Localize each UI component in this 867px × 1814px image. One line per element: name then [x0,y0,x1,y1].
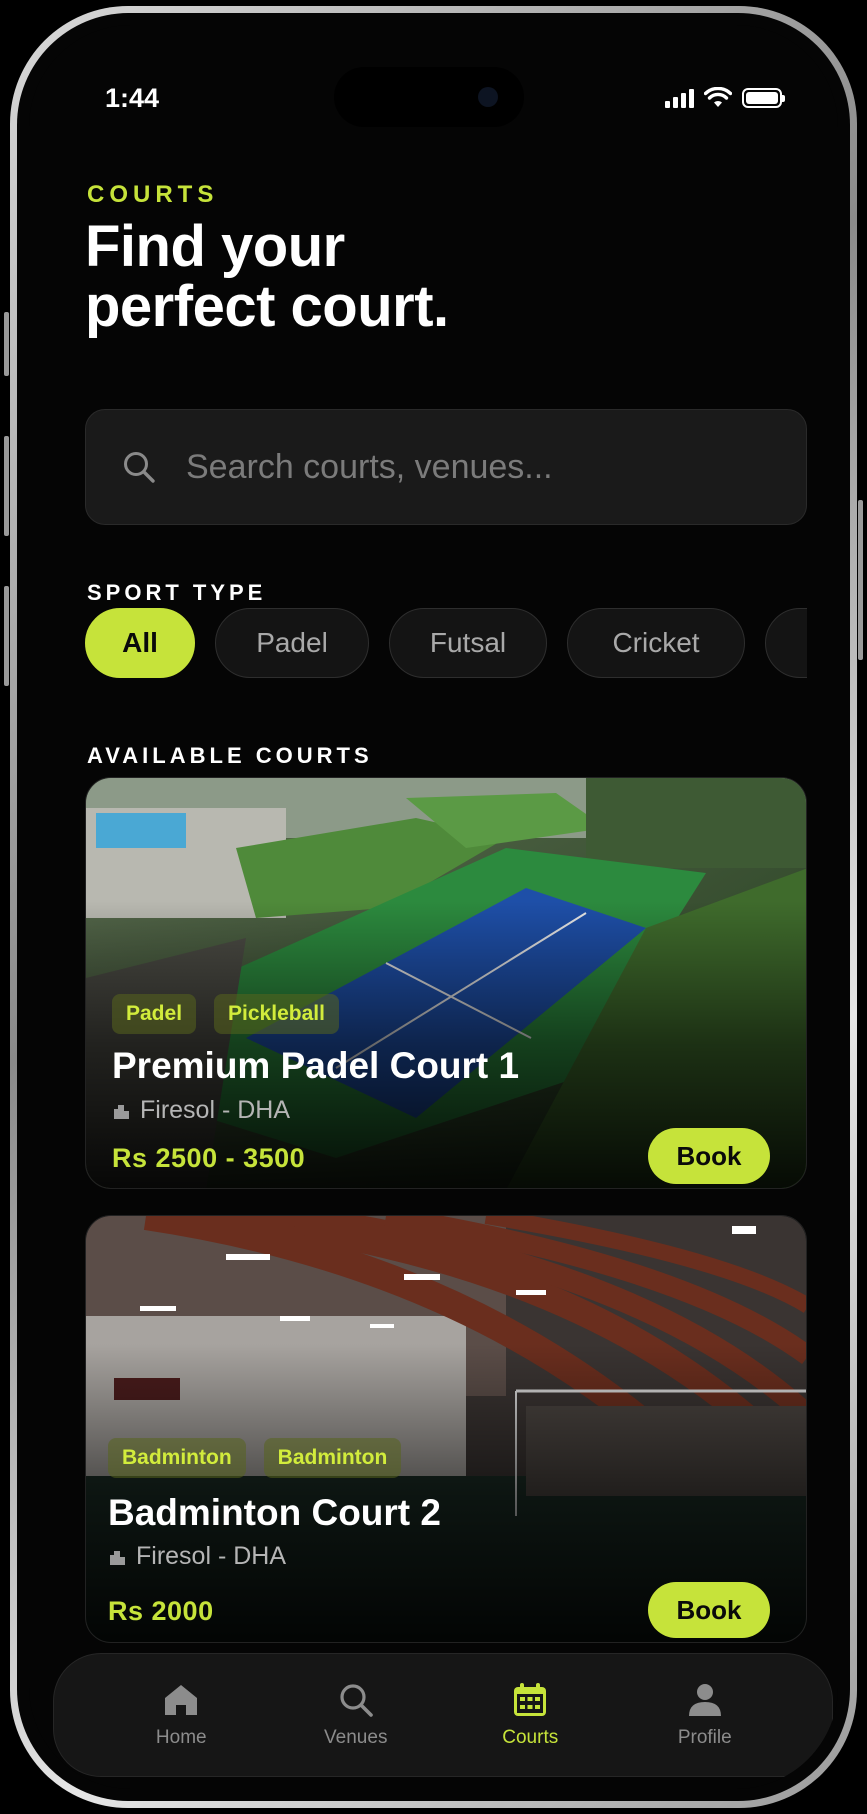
nav-label: Venues [324,1727,388,1748]
card-gradient-overlay [86,1216,806,1642]
court-card[interactable]: Badminton Badminton Badminton Court 2 Fi… [85,1215,807,1643]
nav-item-venues[interactable]: Venues [296,1681,416,1749]
chip-all[interactable]: All [85,608,195,678]
chip-cricket[interactable]: Cricket [567,608,745,678]
court-tags: Badminton Badminton [108,1438,402,1478]
section-eyebrow: COURTS [87,181,219,208]
court-venue: Firesol - DHA [112,1096,290,1125]
search-icon [340,1684,373,1717]
home-icon [165,1685,198,1715]
signal-icon [665,88,694,108]
phone-frame: 1:44 COURTS Find your perfect court. Sea… [10,6,857,1808]
court-venue: Firesol - DHA [108,1542,286,1571]
card-gradient-overlay [86,778,806,1188]
court-card[interactable]: Padel Pickleball Premium Padel Court 1 F… [85,777,807,1189]
dynamic-island [334,67,524,127]
sport-type-filter: All Padel Futsal Cricket [85,608,807,680]
battery-icon [742,88,785,108]
court-venue-text: Firesol - DHA [136,1542,287,1570]
sport-tag: Padel [112,994,197,1034]
nav-item-profile[interactable]: Profile [645,1681,765,1749]
chip-more[interactable] [765,608,807,678]
court-tags: Padel Pickleball [112,994,339,1034]
search-input[interactable] [186,447,746,487]
calendar-icon [514,1683,547,1716]
sport-tag: Pickleball [214,994,339,1034]
page-title-line-1: Find your [85,214,345,279]
book-button[interactable]: Book [648,1128,770,1184]
wifi-icon [704,87,732,107]
court-venue-text: Firesol - DHA [140,1096,291,1124]
power-button [858,500,863,660]
volume-down-button [4,586,9,686]
court-name: Badminton Court 2 [108,1492,441,1533]
page-title: Find your perfect court. [85,214,605,340]
status-time: 1:44 [105,83,160,113]
nav-label: Home [155,1727,207,1748]
chip-padel[interactable]: Padel [215,608,369,678]
page-title-line-2: perfect court. [85,274,449,340]
phone-bezel: 1:44 COURTS Find your perfect court. Sea… [17,13,850,1801]
court-name: Premium Padel Court 1 [112,1045,520,1086]
available-courts-label: AVAILABLE COURTS [87,743,373,768]
user-icon [688,1684,721,1716]
sport-type-label: SPORT TYPE [87,580,267,605]
chip-futsal[interactable]: Futsal [389,608,547,678]
book-button[interactable]: Book [648,1582,770,1638]
status-icons [665,87,785,109]
court-price: Rs 2000 [108,1596,214,1626]
search-icon [124,452,155,483]
nav-label: Profile [677,1727,732,1748]
court-price: Rs 2500 - 3500 [112,1143,306,1173]
volume-up-button [4,436,9,536]
building-icon [114,1104,129,1119]
sport-tag: Badminton [263,1438,402,1478]
nav-label: Courts [502,1727,559,1748]
search-bar[interactable] [85,409,807,525]
action-button [4,312,9,376]
building-icon [110,1550,125,1565]
nav-item-home[interactable]: Home [121,1681,241,1749]
sport-tag: Badminton [108,1438,246,1478]
front-camera [478,87,498,107]
app-screen: 1:44 COURTS Find your perfect court. Sea… [29,25,838,1789]
nav-item-courts[interactable]: Courts [470,1681,590,1749]
bottom-nav: Home Venues Courts Profile [53,1653,833,1777]
